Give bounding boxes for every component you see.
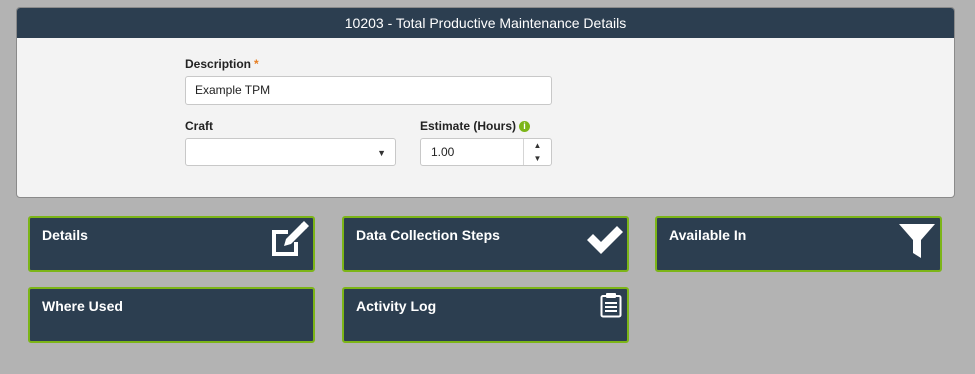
estimate-label: Estimate (Hours) i [420,119,531,133]
tile-available-in[interactable]: Available In [655,216,942,272]
panel-title: 10203 - Total Productive Maintenance Det… [17,8,954,38]
edit-icon [272,221,309,256]
checkmark-icon [587,226,623,254]
tpm-details-panel: 10203 - Total Productive Maintenance Det… [16,7,955,198]
estimate-label-text: Estimate (Hours) [420,119,517,133]
step-down-icon[interactable]: ▼ [524,152,551,165]
tile-data-collection-steps[interactable]: Data Collection Steps [342,216,629,272]
clipboard-icon [600,293,622,318]
tile-where-used[interactable]: Where Used [28,287,315,343]
info-icon[interactable]: i [519,121,531,132]
estimate-hours-input[interactable]: 1.00 ▲ ▼ [420,138,552,166]
tile-details-label: Details [42,227,88,243]
estimate-stepper: ▲ ▼ [523,139,551,165]
tile-activity-log[interactable]: Activity Log [342,287,629,343]
required-marker: * [254,57,259,71]
filter-icon [899,224,935,258]
description-input[interactable]: Example TPM [185,76,552,105]
tile-where-used-label: Where Used [42,298,123,314]
tile-activity-log-label: Activity Log [356,298,437,314]
tile-data-collection-label: Data Collection Steps [356,227,500,243]
estimate-value: 1.00 [431,145,455,159]
tile-details[interactable]: Details [28,216,315,272]
craft-select[interactable]: ▼ [185,138,396,166]
tile-available-in-label: Available In [669,227,747,243]
step-up-icon[interactable]: ▲ [524,139,551,152]
craft-label: Craft [185,119,214,133]
description-label-text: Description [185,57,252,71]
description-label: Description * [185,57,259,71]
caret-down-icon: ▼ [377,148,386,158]
